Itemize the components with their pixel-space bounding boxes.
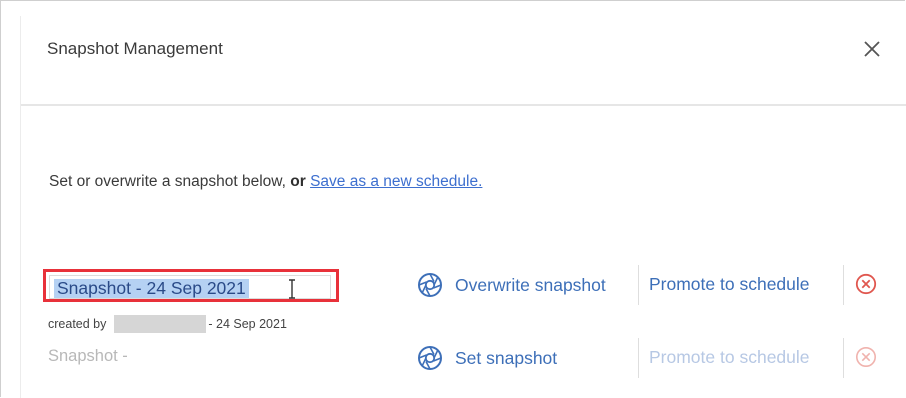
delete-circle-icon[interactable] bbox=[855, 273, 877, 300]
text-cursor-icon bbox=[289, 279, 295, 299]
delete-circle-icon[interactable] bbox=[855, 346, 877, 373]
snapshot-name-field-highlight: Snapshot - 24 Sep 2021 bbox=[43, 269, 339, 302]
snapshot-name-input[interactable]: Snapshot - 24 Sep 2021 bbox=[49, 275, 331, 299]
intro-or: or bbox=[290, 173, 306, 190]
close-icon[interactable] bbox=[859, 36, 885, 62]
snapshot-name-empty[interactable]: Snapshot - bbox=[48, 347, 128, 366]
overwrite-snapshot-button[interactable]: Overwrite snapshot bbox=[417, 272, 606, 298]
set-snapshot-label: Set snapshot bbox=[455, 347, 558, 368]
snapshot-meta: created by - 24 Sep 2021 bbox=[48, 315, 287, 333]
redacted-author bbox=[114, 315, 207, 333]
snapshot-name-selected-text: Snapshot - 24 Sep 2021 bbox=[54, 279, 249, 298]
created-date: - 24 Sep 2021 bbox=[208, 317, 287, 331]
divider bbox=[638, 265, 639, 305]
created-by-label: created by bbox=[48, 317, 107, 331]
promote-to-schedule-button[interactable]: Promote to schedule bbox=[649, 274, 810, 295]
overwrite-snapshot-label: Overwrite snapshot bbox=[455, 274, 606, 295]
aperture-icon bbox=[418, 273, 442, 297]
snapshot-management-dialog: Snapshot Management Set or overwrite a s… bbox=[20, 16, 906, 398]
divider bbox=[843, 265, 844, 305]
divider bbox=[638, 338, 639, 378]
dialog-title: Snapshot Management bbox=[47, 39, 223, 58]
intro-label: Set or overwrite a snapshot below, bbox=[49, 173, 291, 190]
set-snapshot-button[interactable]: Set snapshot bbox=[417, 345, 557, 371]
save-as-new-schedule-link[interactable]: Save as a new schedule. bbox=[310, 173, 482, 190]
dialog-header: Snapshot Management bbox=[21, 16, 906, 106]
intro-text: Set or overwrite a snapshot below, or Sa… bbox=[49, 173, 482, 191]
aperture-icon bbox=[418, 346, 442, 370]
divider bbox=[843, 338, 844, 378]
promote-to-schedule-button-disabled[interactable]: Promote to schedule bbox=[649, 347, 810, 368]
